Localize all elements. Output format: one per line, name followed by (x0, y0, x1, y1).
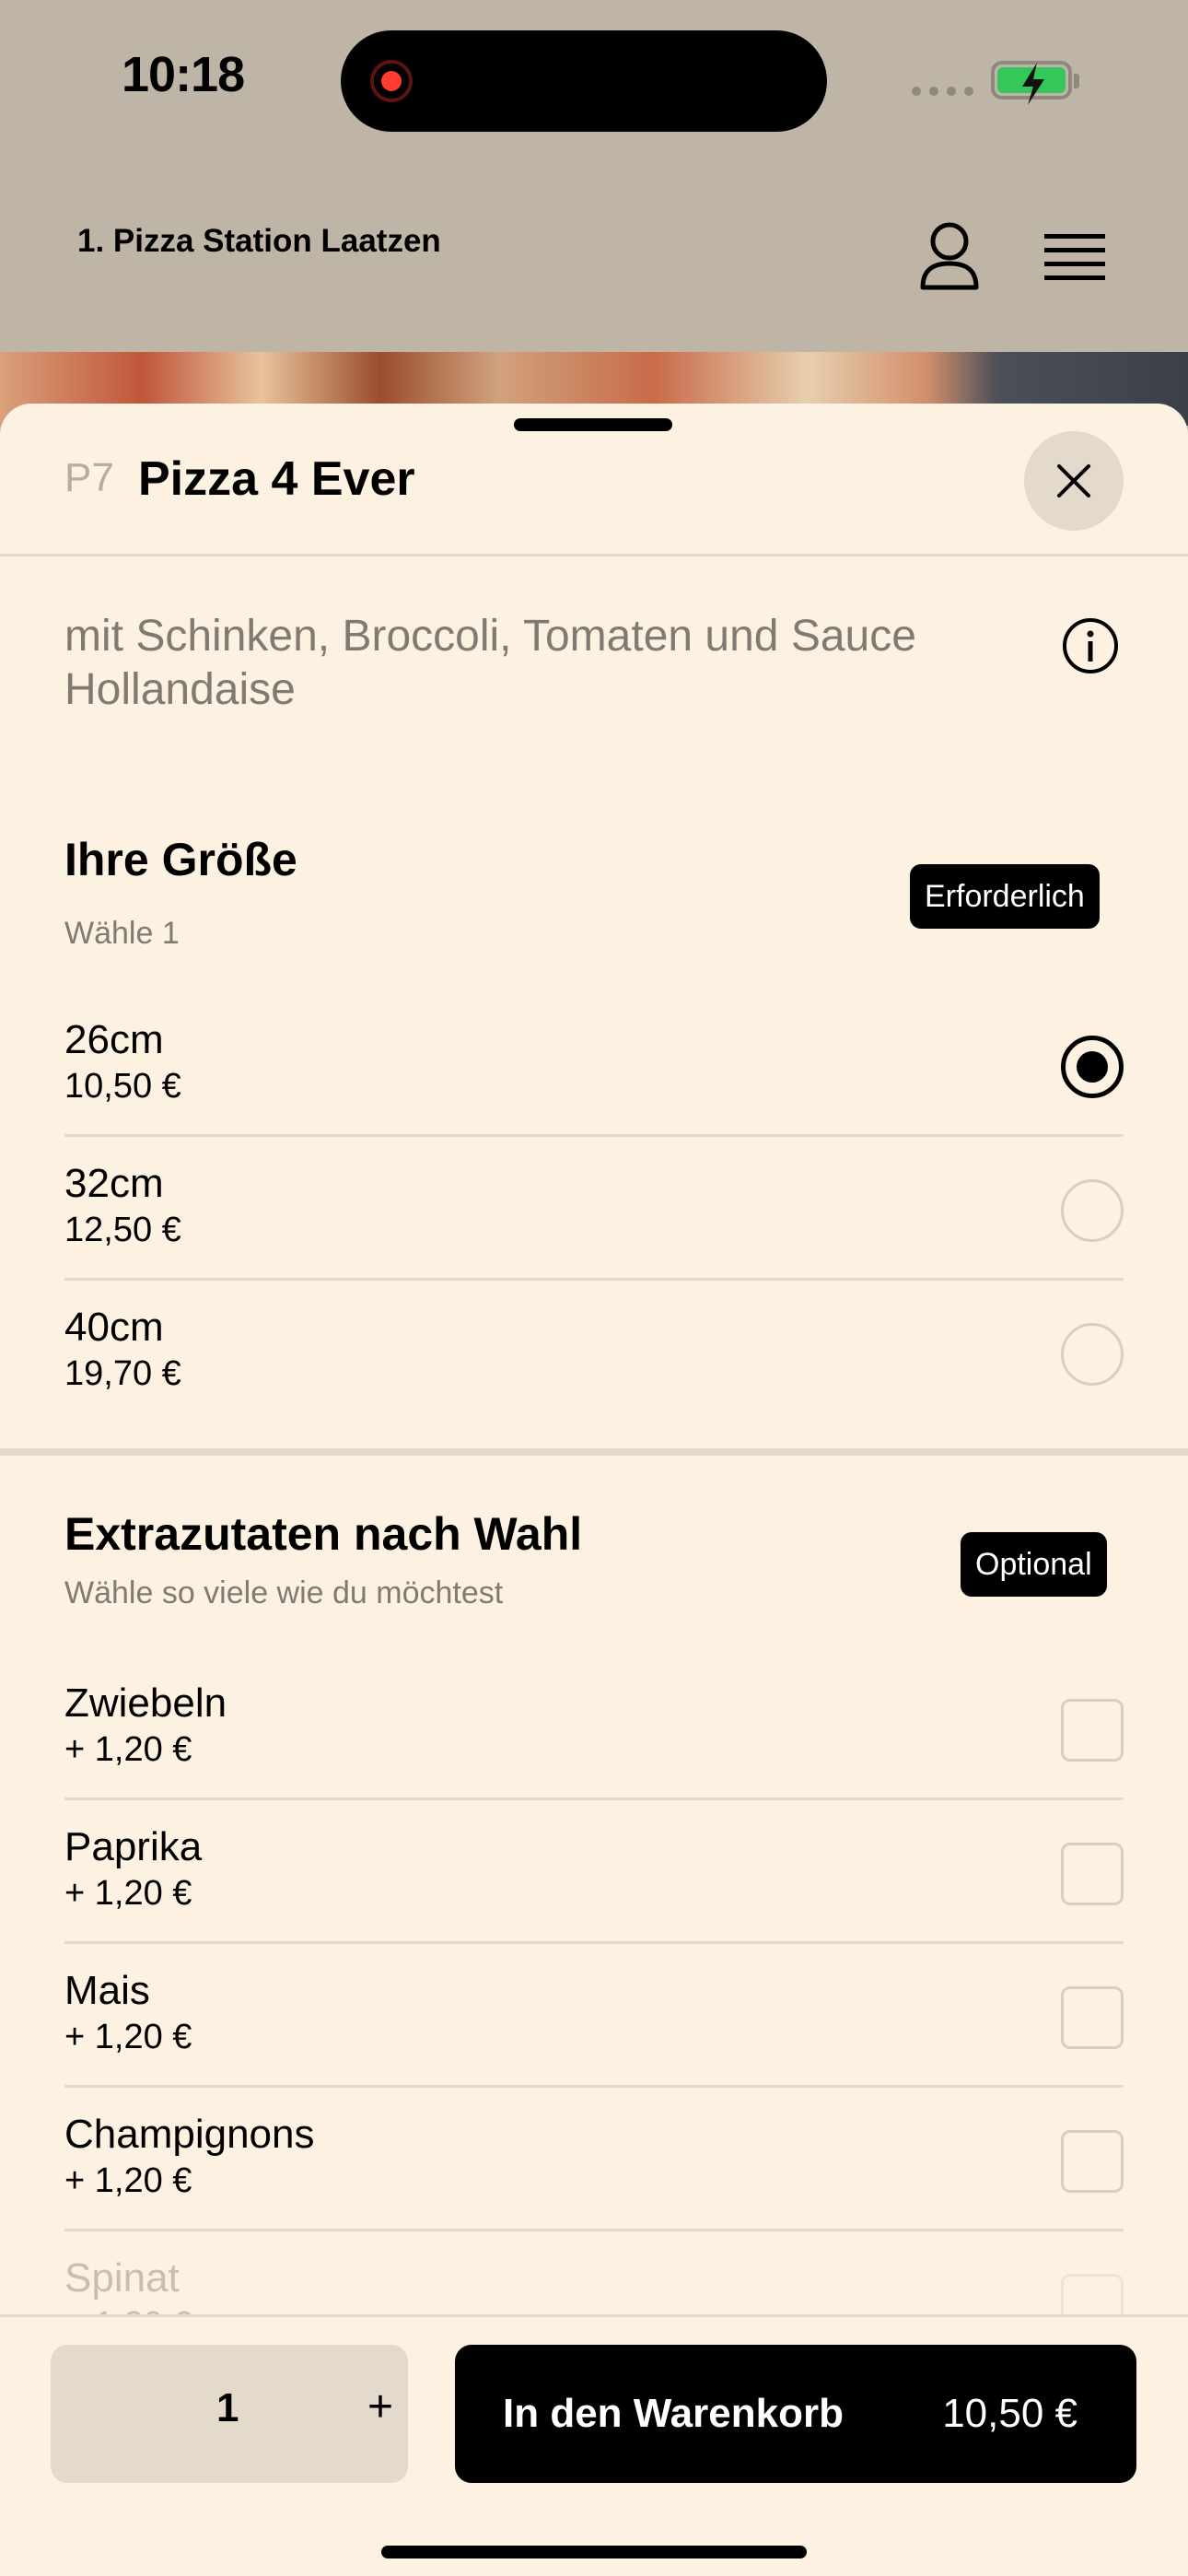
size-section-title: Ihre Größe (64, 834, 297, 885)
required-badge: Erforderlich (910, 864, 1100, 929)
home-indicator[interactable] (381, 2546, 807, 2558)
bottom-action-bar: 1 + In den Warenkorb 10,50 € (0, 2314, 1188, 2576)
option-price: + 1,20 € (64, 2161, 192, 2200)
checkbox[interactable] (1061, 1699, 1124, 1762)
size-option-32cm[interactable]: 32cm 12,50 € (64, 1137, 1124, 1281)
option-price: 19,70 € (64, 1354, 181, 1393)
extra-option-mais[interactable]: Mais + 1,20 € (64, 1944, 1124, 2088)
status-time: 10:18 (122, 47, 245, 102)
sheet-title-row: P7 Pizza 4 Ever (0, 404, 1188, 556)
checkbox[interactable] (1061, 2130, 1124, 2193)
hamburger-menu-icon[interactable] (1042, 230, 1107, 286)
product-code: P7 (64, 455, 114, 500)
battery-icon (991, 61, 1072, 105)
quantity-value: 1 (216, 2385, 239, 2430)
size-option-26cm[interactable]: 26cm 10,50 € (64, 993, 1124, 1137)
optional-badge: Optional (961, 1532, 1107, 1597)
quantity-plus-button[interactable]: + (367, 2382, 393, 2432)
add-to-cart-button[interactable]: In den Warenkorb 10,50 € (455, 2345, 1136, 2483)
option-name: 26cm (64, 1017, 164, 1062)
dynamic-island (341, 30, 827, 132)
close-icon (1057, 464, 1090, 498)
option-price: + 1,20 € (64, 1730, 192, 1769)
quantity-stepper: 1 + (51, 2345, 408, 2483)
section-divider (0, 1448, 1188, 1456)
product-title: Pizza 4 Ever (138, 452, 415, 506)
info-icon[interactable] (1061, 616, 1120, 675)
size-section-subtitle: Wähle 1 (64, 916, 180, 951)
extra-option-champignons[interactable]: Champignons + 1,20 € (64, 2088, 1124, 2231)
option-name: Champignons (64, 2112, 315, 2157)
add-to-cart-label: In den Warenkorb (503, 2391, 844, 2436)
cellular-signal-icon (912, 87, 973, 96)
option-name: Mais (64, 1968, 150, 2013)
add-to-cart-price: 10,50 € (942, 2391, 1077, 2436)
radio-button[interactable] (1061, 1179, 1124, 1242)
product-description: mit Schinken, Broccoli, Tomaten und Sauc… (64, 612, 916, 714)
option-name: Paprika (64, 1824, 203, 1869)
option-price: 12,50 € (64, 1211, 181, 1249)
option-name: 32cm (64, 1161, 164, 1206)
option-name: Spinat (64, 2255, 180, 2301)
recording-indicator-icon (370, 60, 413, 102)
option-name: Zwiebeln (64, 1680, 227, 1726)
store-name: 1. Pizza Station Laatzen (77, 223, 441, 259)
option-name: 40cm (64, 1305, 164, 1350)
size-option-40cm[interactable]: 40cm 19,70 € (64, 1281, 1124, 1424)
user-icon[interactable] (917, 219, 982, 293)
radio-button[interactable] (1061, 1323, 1124, 1386)
app-header: 1. Pizza Station Laatzen (0, 166, 1188, 352)
extras-section-title: Extrazutaten nach Wahl (64, 1508, 583, 1560)
extra-option-paprika[interactable]: Paprika + 1,20 € (64, 1800, 1124, 1944)
extra-option-zwiebeln[interactable]: Zwiebeln + 1,20 € (64, 1657, 1124, 1800)
status-bar: 10:18 (0, 0, 1188, 166)
option-price: + 1,20 € (64, 1874, 192, 1913)
checkbox[interactable] (1061, 1986, 1124, 2049)
product-sheet: P7 Pizza 4 Ever mit Schinken, Broccoli, … (0, 404, 1188, 2576)
checkbox[interactable] (1061, 1843, 1124, 1905)
close-button[interactable] (1024, 431, 1124, 531)
extras-section-subtitle: Wähle so viele wie du möchtest (64, 1575, 504, 1610)
option-price: 10,50 € (64, 1067, 181, 1106)
battery-cap (1074, 74, 1079, 88)
radio-button-selected[interactable] (1061, 1036, 1124, 1098)
option-price: + 1,20 € (64, 2018, 192, 2056)
